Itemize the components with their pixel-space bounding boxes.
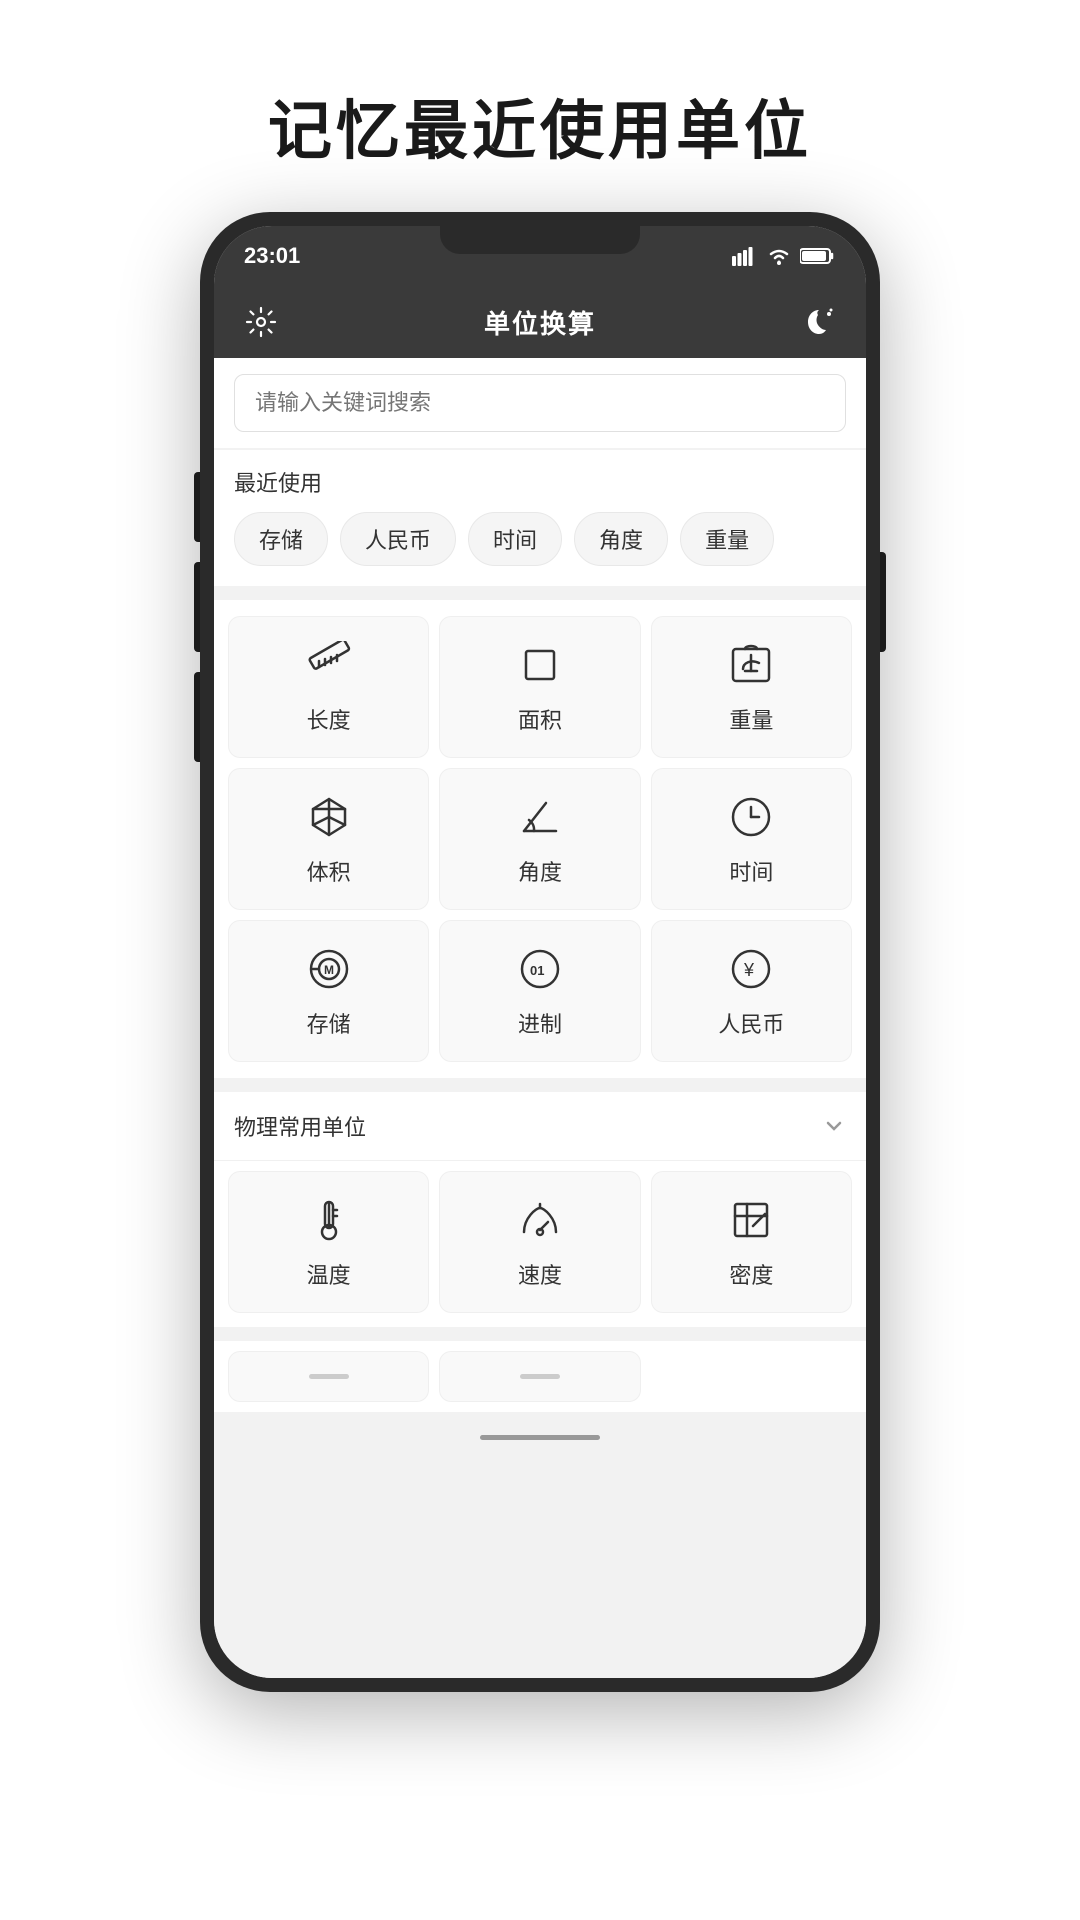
grid-item-temperature[interactable]: 温度 [228, 1171, 429, 1313]
grid-label-storage: 存储 [307, 1007, 351, 1039]
main-grid-section: 长度 面积 [214, 600, 866, 1078]
battery-icon [800, 246, 836, 266]
square-icon [514, 639, 566, 691]
grid-item-length[interactable]: 长度 [228, 616, 429, 758]
recent-label: 最近使用 [234, 466, 846, 498]
main-content: 最近使用 存储 人民币 时间 角度 重量 [214, 358, 866, 1678]
thermometer-icon [303, 1194, 355, 1246]
grid-label-weight: 重量 [729, 703, 773, 735]
home-indicator [480, 1435, 600, 1440]
grid-item-density[interactable]: 密度 [651, 1171, 852, 1313]
volume-down-button [194, 672, 200, 762]
ruler-icon [303, 639, 355, 691]
grid-label-area: 面积 [518, 703, 562, 735]
grid-label-temperature: 温度 [307, 1258, 351, 1290]
grid-item-angle[interactable]: 角度 [439, 768, 640, 910]
chip-storage[interactable]: 存储 [234, 512, 328, 566]
night-mode-button[interactable] [800, 303, 838, 341]
physics-header[interactable]: 物理常用单位 [214, 1092, 866, 1161]
recent-section: 最近使用 存储 人民币 时间 角度 重量 [214, 450, 866, 586]
bottom-area [214, 1412, 866, 1462]
clock-icon [725, 791, 777, 843]
grid-label-currency: 人民币 [718, 1007, 784, 1039]
grid-item-extra1[interactable] [228, 1351, 429, 1402]
grid-label-length: 长度 [307, 703, 351, 735]
yuan-icon: ¥ [725, 943, 777, 995]
svg-text:01: 01 [530, 963, 544, 978]
volume-up-button [194, 562, 200, 652]
category-grid: 长度 面积 [228, 616, 852, 1062]
numbase-icon: 01 [514, 943, 566, 995]
physics-grid: 温度 速度 [214, 1161, 866, 1327]
grid-label-volume: 体积 [307, 855, 351, 887]
grid-item-storage[interactable]: M 存储 [228, 920, 429, 1062]
grid-label-time: 时间 [729, 855, 773, 887]
app-header: 单位换算 [214, 286, 866, 358]
grid-label-numbase: 进制 [518, 1007, 562, 1039]
physics-section: 物理常用单位 [214, 1092, 866, 1327]
settings-button[interactable] [242, 303, 280, 341]
grid-item-speed[interactable]: 速度 [439, 1171, 640, 1313]
svg-text:M: M [324, 963, 334, 977]
page-title-section: 记忆最近使用单位 [0, 0, 1080, 212]
chip-time[interactable]: 时间 [468, 512, 562, 566]
chip-weight[interactable]: 重量 [680, 512, 774, 566]
grid-item-time[interactable]: 时间 [651, 768, 852, 910]
status-time: 23:01 [244, 243, 300, 269]
search-section [214, 358, 866, 448]
svg-text:¥: ¥ [743, 960, 755, 980]
physics-label: 物理常用单位 [234, 1110, 366, 1142]
search-input[interactable] [234, 374, 846, 432]
scale-icon [725, 639, 777, 691]
grid-item-currency[interactable]: ¥ 人民币 [651, 920, 852, 1062]
mute-button [194, 472, 200, 542]
box-icon [303, 791, 355, 843]
chevron-down-icon [822, 1114, 846, 1138]
density-icon [725, 1194, 777, 1246]
grid-item-numbase[interactable]: 01 进制 [439, 920, 640, 1062]
speed-icon [514, 1194, 566, 1246]
status-icons [732, 246, 836, 266]
storage-icon: M [303, 943, 355, 995]
grid-item-extra2[interactable] [439, 1351, 640, 1402]
chip-angle[interactable]: 角度 [574, 512, 668, 566]
power-button [880, 552, 886, 652]
header-title: 单位换算 [484, 304, 596, 341]
grid-label-density: 密度 [729, 1258, 773, 1290]
angle-icon [514, 791, 566, 843]
signal-icon [732, 246, 758, 266]
page-title: 记忆最近使用单位 [268, 95, 812, 167]
grid-item-volume[interactable]: 体积 [228, 768, 429, 910]
wifi-icon [766, 246, 792, 266]
phone-screen: 23:01 [214, 226, 866, 1678]
phone-notch [440, 226, 640, 254]
grid-label-angle: 角度 [518, 855, 562, 887]
grid-item-area[interactable]: 面积 [439, 616, 640, 758]
phone-frame: 23:01 [200, 212, 880, 1692]
grid-label-speed: 速度 [518, 1258, 562, 1290]
recent-chips: 存储 人民币 时间 角度 重量 [234, 512, 846, 566]
grid-item-weight[interactable]: 重量 [651, 616, 852, 758]
chip-currency[interactable]: 人民币 [340, 512, 456, 566]
